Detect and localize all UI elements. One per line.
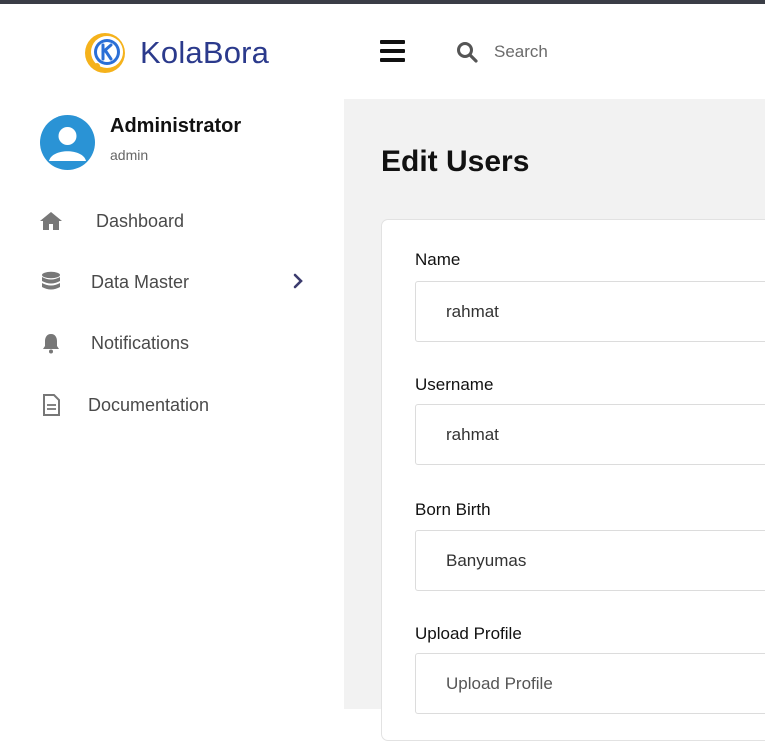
sidebar-item-data-master[interactable]: Data Master — [38, 267, 313, 297]
sidebar-item-label: Notifications — [91, 332, 190, 353]
sidebar: Administrator admin Dashboard Data Maste… — [0, 99, 344, 709]
sidebar-item-notifications[interactable]: Notifications — [38, 328, 313, 358]
username-input[interactable] — [415, 404, 765, 465]
hamburger-bar — [380, 58, 405, 62]
sidebar-item-documentation[interactable]: Documentation — [38, 390, 313, 420]
upload-profile-input[interactable] — [415, 653, 765, 714]
home-icon — [38, 208, 64, 234]
brand-name: KolaBora — [140, 35, 270, 70]
avatar — [40, 115, 95, 170]
name-label: Name — [415, 250, 461, 269]
sidebar-item-label: Data Master — [91, 271, 190, 292]
search-input[interactable] — [492, 41, 696, 63]
user-avatar-icon — [49, 127, 86, 161]
sidebar-item-label: Dashboard — [96, 210, 185, 231]
search-bar — [456, 38, 696, 66]
sidebar-item-label: Documentation — [88, 394, 210, 415]
name-input[interactable] — [415, 281, 765, 342]
hamburger-bar — [380, 40, 405, 44]
upload-profile-label: Upload Profile — [415, 624, 522, 643]
page-title: Edit Users — [381, 145, 530, 178]
username-label: Username — [415, 375, 494, 394]
document-icon — [38, 392, 64, 418]
user-name: Administrator — [110, 114, 242, 137]
sidebar-item-dashboard[interactable]: Dashboard — [38, 206, 313, 236]
kolabora-logo-icon — [85, 33, 125, 73]
bell-icon — [38, 330, 64, 356]
chevron-right-icon[interactable] — [291, 273, 305, 289]
brand[interactable]: KolaBora — [83, 30, 269, 76]
main-content: Edit Users Name Username Born Birth Uplo… — [344, 99, 765, 741]
born-birth-input[interactable] — [415, 530, 765, 591]
menu-toggle-button[interactable] — [380, 40, 405, 62]
search-icon[interactable] — [456, 41, 478, 63]
top-strip — [0, 0, 765, 4]
user-role: admin — [110, 146, 149, 163]
hamburger-bar — [380, 49, 405, 53]
born-birth-label: Born Birth — [415, 500, 491, 519]
user-profile[interactable]: Administrator admin — [40, 115, 241, 170]
edit-user-form: Name Username Born Birth Upload Profile — [381, 219, 765, 741]
database-icon — [38, 269, 64, 295]
